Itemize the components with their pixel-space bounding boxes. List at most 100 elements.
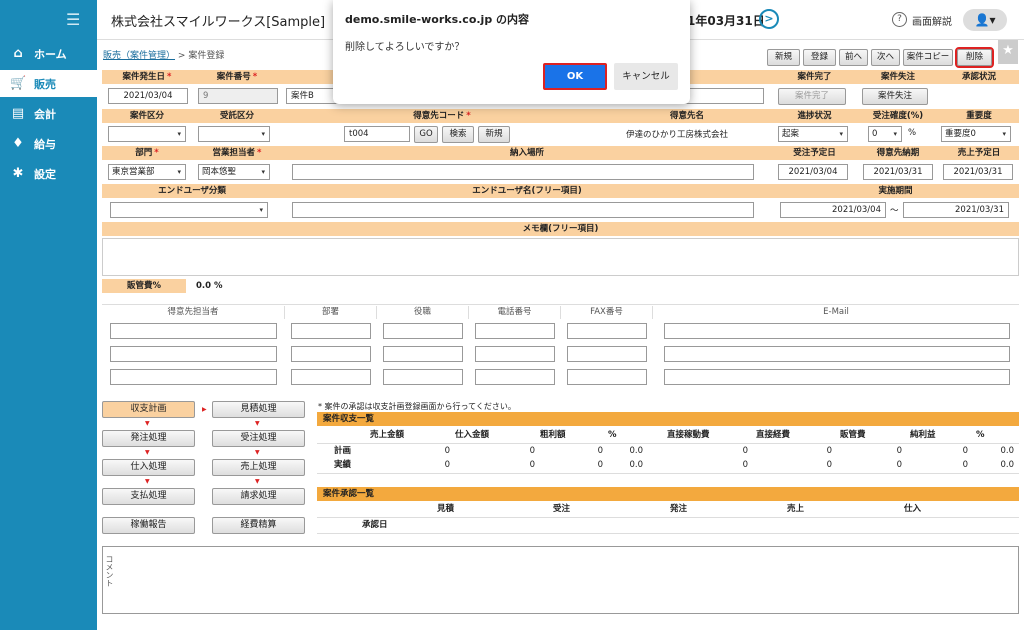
summary-cell: 0: [962, 446, 968, 456]
contact-title-input[interactable]: [383, 323, 463, 339]
comment-textarea[interactable]: コメント: [102, 546, 1019, 614]
contact-dept-input[interactable]: [291, 323, 371, 339]
certainty-select[interactable]: 0 ▾: [868, 126, 902, 142]
sidebar-item-accounting[interactable]: ▤ 会計: [0, 100, 97, 127]
approval-header: 見積: [437, 504, 455, 514]
fiscal-date: 1年03月31日: [687, 14, 765, 28]
prev-button[interactable]: 前へ: [839, 49, 868, 66]
sidebar-item-settings[interactable]: ✱ 設定: [0, 160, 97, 187]
sales-button[interactable]: 売上処理: [212, 459, 305, 476]
contact-fax-input[interactable]: [567, 323, 647, 339]
label-memo: メモ欄(フリー項目): [102, 222, 1019, 236]
label-importance: 重要度: [939, 109, 1019, 123]
enduser-cat-select[interactable]: ▾: [110, 202, 268, 218]
plan-button[interactable]: 収支計画: [102, 401, 195, 418]
contact-person-input[interactable]: [110, 323, 277, 339]
contact-email-input[interactable]: [664, 369, 1010, 385]
purchase-button[interactable]: 仕入処理: [102, 459, 195, 476]
contact-dept-input[interactable]: [291, 346, 371, 362]
breadcrumb-link[interactable]: 販売（案件管理）: [103, 51, 175, 61]
label-certainty: 受注確度(%): [857, 109, 939, 123]
arrow-down-icon: ▼: [145, 449, 150, 456]
summary-cell: 0: [896, 460, 902, 470]
progress-select[interactable]: 起案 ▾: [778, 126, 848, 142]
case-lost-button[interactable]: 案件失注: [862, 88, 928, 105]
client-code-input[interactable]: t004: [344, 126, 410, 142]
contact-person-input[interactable]: [110, 346, 277, 362]
user-menu-icon[interactable]: 👤▾: [963, 9, 1007, 31]
cancel-button[interactable]: キャンセル: [614, 63, 678, 90]
approval-divider: [317, 533, 1019, 534]
contact-header-dept: 部署: [285, 306, 377, 319]
contact-phone-input[interactable]: [475, 346, 555, 362]
sales-rep-select[interactable]: 岡本悠聖 ▾: [198, 164, 270, 180]
next-button[interactable]: 次へ: [871, 49, 900, 66]
importance-select[interactable]: 重要度0 ▾: [941, 126, 1011, 142]
memo-textarea[interactable]: [102, 238, 1019, 276]
work-report-button[interactable]: 稼働報告: [102, 517, 195, 534]
summary-title: 案件収支一覧: [317, 412, 1019, 426]
next-period-icon[interactable]: >: [759, 9, 779, 29]
summary-header: 純利益: [910, 430, 936, 440]
summary-cell: 0: [444, 446, 450, 456]
arrow-down-icon: ▼: [255, 449, 260, 456]
hamburger-menu-icon[interactable]: ☰: [66, 10, 80, 29]
case-done-button[interactable]: 案件完了: [778, 88, 846, 105]
category-select[interactable]: ▾: [108, 126, 186, 142]
sidebar-item-label: 販売: [34, 77, 56, 91]
label-period: 実施期間: [772, 184, 1019, 198]
payment-button[interactable]: 支払処理: [102, 488, 195, 505]
contact-title-input[interactable]: [383, 369, 463, 385]
delivery-place-input[interactable]: [292, 164, 754, 180]
register-button[interactable]: 登録: [803, 49, 836, 66]
purchase-order-button[interactable]: 発注処理: [102, 430, 195, 447]
contact-header-phone: 電話番号: [469, 306, 561, 319]
new-client-button[interactable]: 新規: [478, 126, 510, 143]
contact-dept-input[interactable]: [291, 369, 371, 385]
estimate-button[interactable]: 見積処理: [212, 401, 305, 418]
summary-row-label: 計画: [334, 446, 352, 456]
dept-select[interactable]: 東京営業部 ▾: [108, 164, 186, 180]
summary-cell: 0: [826, 446, 832, 456]
star-icon[interactable]: ★: [998, 40, 1018, 64]
expense-button[interactable]: 経費精算: [212, 517, 305, 534]
sidebar-item-sales[interactable]: 🛒 販売: [0, 70, 97, 97]
label-sales-rep: 営業担当者 *: [192, 146, 282, 160]
breadcrumb: 販売（案件管理） > 案件登録: [103, 48, 224, 61]
enduser-name-input[interactable]: [292, 202, 754, 218]
period-to-input[interactable]: 2021/03/31: [903, 202, 1009, 218]
contact-fax-input[interactable]: [567, 369, 647, 385]
contact-person-input[interactable]: [110, 369, 277, 385]
client-due-input[interactable]: 2021/03/31: [863, 164, 933, 180]
client-name-value: 伊達のひかり工房株式会社: [626, 130, 729, 140]
sidebar-item-payroll[interactable]: ♦ 給与: [0, 130, 97, 157]
go-button[interactable]: GO: [414, 126, 438, 143]
copy-case-button[interactable]: 案件コピー: [903, 49, 953, 66]
new-button[interactable]: 新規: [767, 49, 800, 66]
breadcrumb-separator: >: [177, 51, 186, 61]
sales-plan-input[interactable]: 2021/03/31: [943, 164, 1013, 180]
contact-phone-input[interactable]: [475, 369, 555, 385]
ok-button[interactable]: OK: [543, 63, 607, 90]
contact-email-input[interactable]: [664, 323, 1010, 339]
delete-button[interactable]: 削除: [955, 47, 994, 68]
comment-label: コメント: [105, 555, 114, 587]
search-button[interactable]: 検索: [442, 126, 474, 143]
summary-cell: 0.0: [629, 460, 643, 470]
contact-email-input[interactable]: [664, 346, 1010, 362]
occur-date-input[interactable]: 2021/03/04: [108, 88, 188, 104]
dialog-message: 削除してよろしいですか？: [345, 42, 465, 53]
help-link[interactable]: 画面解説: [912, 13, 952, 28]
period-from-input[interactable]: 2021/03/04: [780, 202, 886, 218]
invoice-button[interactable]: 請求処理: [212, 488, 305, 505]
contact-title-input[interactable]: [383, 346, 463, 362]
help-icon[interactable]: ?: [892, 12, 907, 27]
contact-fax-input[interactable]: [567, 346, 647, 362]
sidebar-item-home[interactable]: ⌂ ホーム: [0, 40, 97, 67]
arrow-down-icon: ▼: [255, 420, 260, 427]
order-plan-input[interactable]: 2021/03/04: [778, 164, 848, 180]
label-enduser-cat: エンドユーザ分類: [102, 184, 282, 198]
order-type-select[interactable]: ▾: [198, 126, 270, 142]
sales-order-button[interactable]: 受注処理: [212, 430, 305, 447]
contact-phone-input[interactable]: [475, 323, 555, 339]
